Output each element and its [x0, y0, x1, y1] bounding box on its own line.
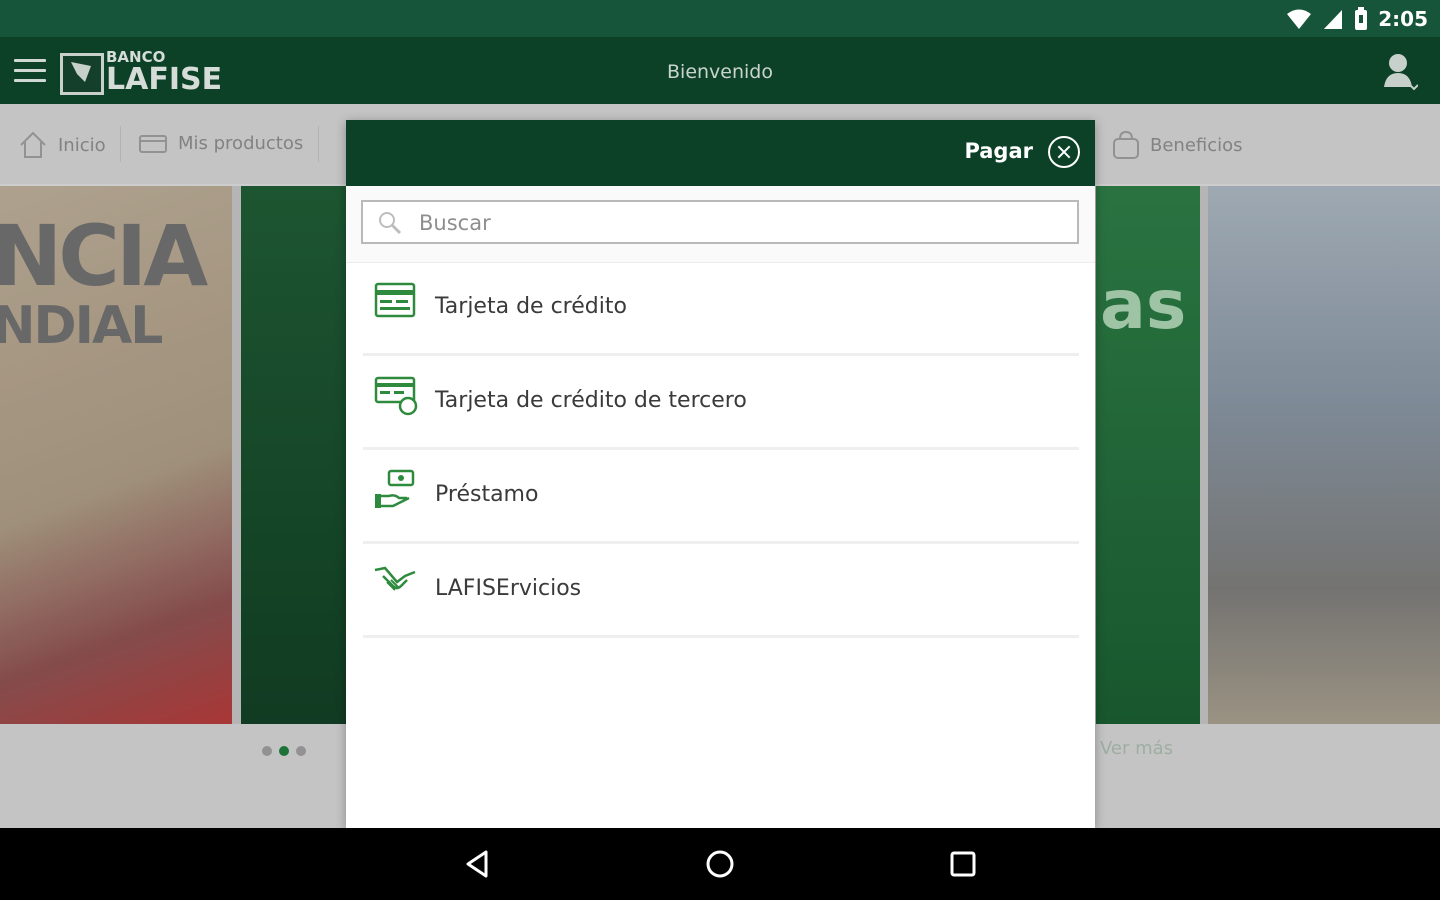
status-icons: 2:05	[1286, 6, 1428, 32]
search-input[interactable]	[417, 208, 1061, 238]
third-party-card-icon	[374, 376, 418, 416]
user-profile-icon[interactable]	[1382, 51, 1418, 93]
list-item-label: Tarjeta de crédito de tercero	[435, 388, 747, 413]
search-box[interactable]	[361, 200, 1079, 244]
loan-icon	[375, 469, 415, 508]
home-button-icon[interactable]	[704, 848, 736, 880]
list-item-label: Tarjeta de crédito	[435, 294, 627, 319]
list-item-label: LAFISErvicios	[435, 576, 582, 601]
app-bar: BANCO LAFISE Bienvenido	[0, 37, 1440, 104]
battery-icon	[1355, 7, 1368, 30]
pay-options-list: Tarjeta de crédito Tarjeta de crédito de…	[363, 262, 1079, 638]
list-item-label: Préstamo	[435, 482, 539, 507]
list-item-prestamo[interactable]: Préstamo	[363, 450, 1079, 544]
system-nav-bar	[0, 828, 1440, 900]
search-icon	[379, 212, 402, 235]
logo-main-text: LAFISE	[106, 62, 223, 97]
pay-dialog: Pagar Tarjeta de crédito	[346, 120, 1095, 828]
back-icon[interactable]	[462, 848, 494, 880]
logo-mark-icon	[60, 53, 104, 95]
status-time: 2:05	[1378, 7, 1428, 31]
list-item-tarjeta-credito[interactable]: Tarjeta de crédito	[363, 262, 1079, 356]
status-bar: 2:05	[0, 0, 1440, 37]
dialog-title: Pagar	[964, 139, 1033, 163]
list-item-tarjeta-credito-tercero[interactable]: Tarjeta de crédito de tercero	[363, 356, 1079, 450]
services-handshake-icon	[374, 566, 416, 591]
close-icon[interactable]	[1048, 136, 1080, 168]
search-area	[346, 186, 1095, 263]
recents-icon[interactable]	[947, 848, 979, 880]
wifi-icon	[1287, 9, 1312, 29]
list-item-lafiservicios[interactable]: LAFISErvicios	[363, 544, 1079, 638]
signal-icon	[1324, 10, 1343, 29]
bank-logo: BANCO LAFISE	[60, 47, 222, 95]
credit-card-icon	[374, 282, 416, 318]
dialog-header: Pagar	[346, 120, 1095, 186]
hamburger-menu-icon[interactable]	[14, 59, 46, 83]
